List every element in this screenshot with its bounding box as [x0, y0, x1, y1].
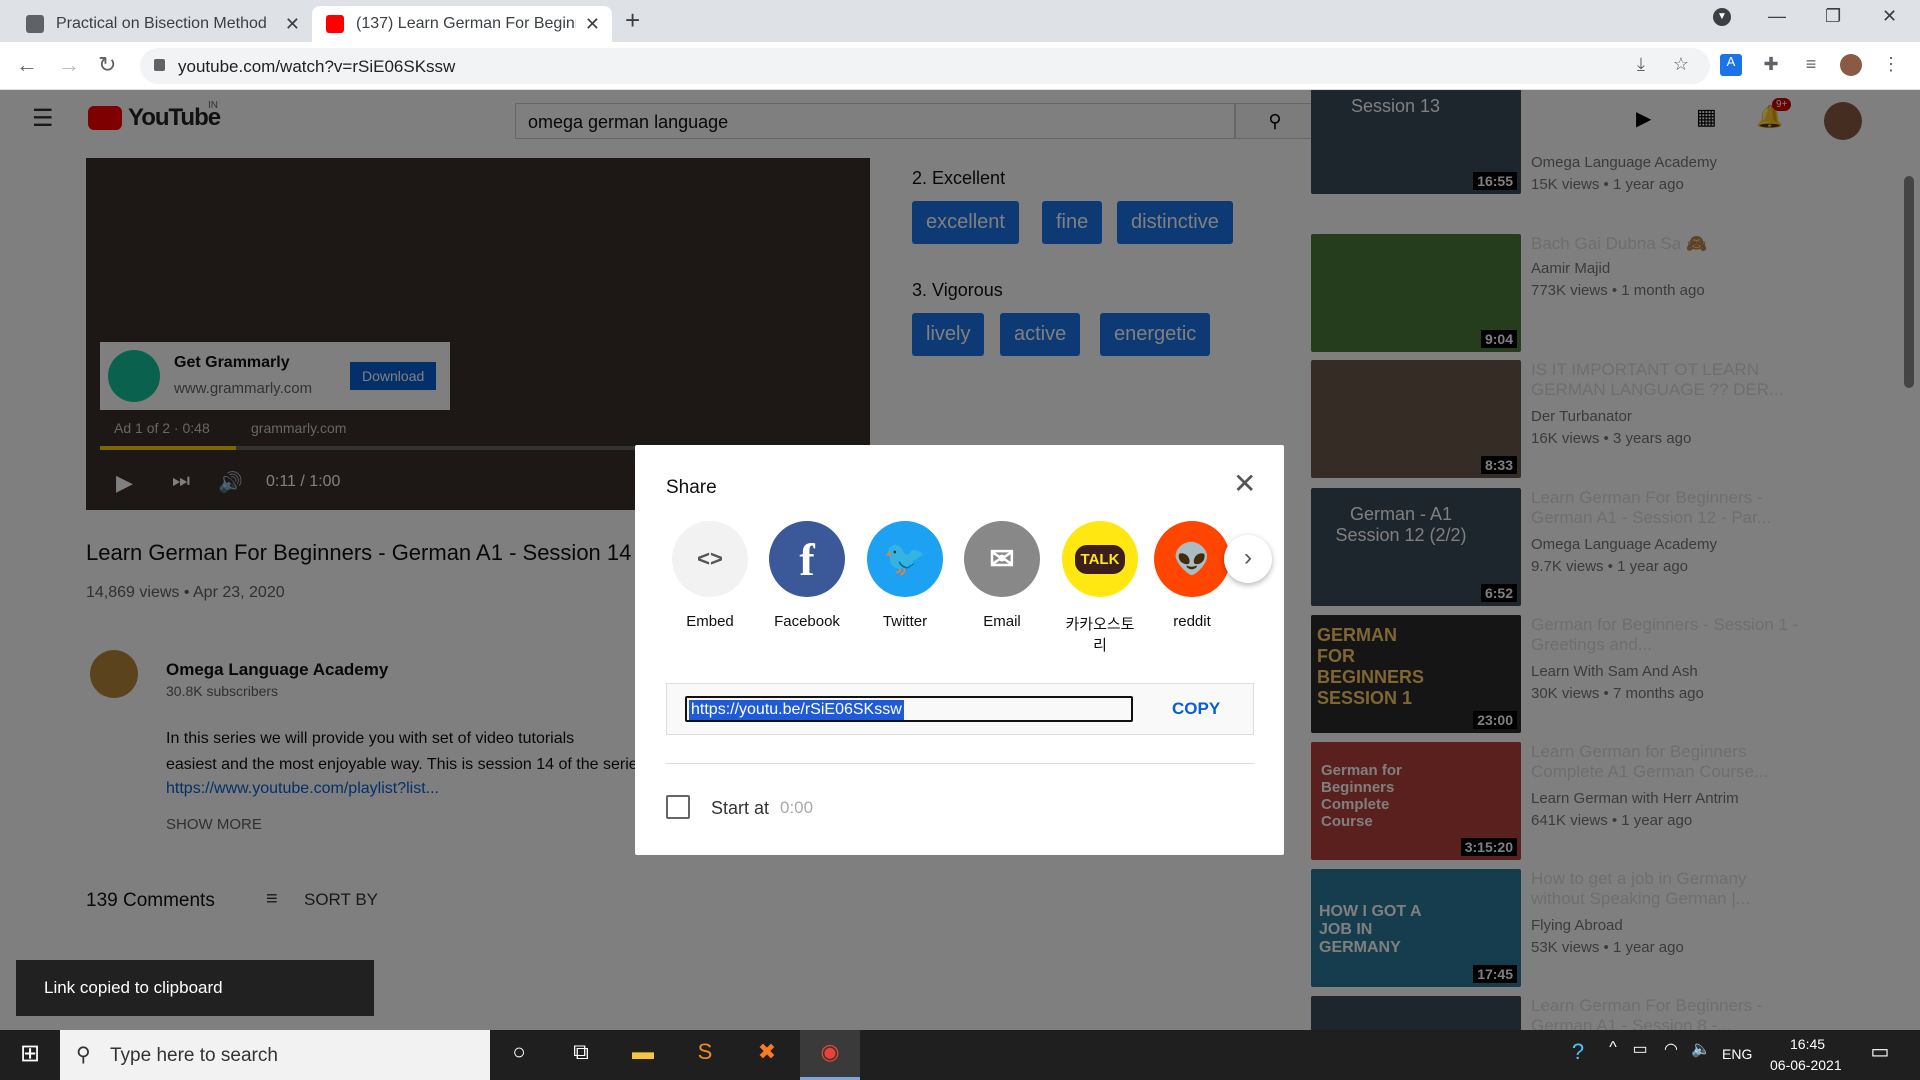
volume-icon[interactable]: 🔈 — [1685, 1039, 1717, 1071]
back-icon[interactable]: ← — [16, 52, 38, 78]
dialog-title: Share — [666, 477, 717, 498]
profile-avatar[interactable] — [1840, 54, 1862, 76]
windows-taskbar: ⊞ ⚲ Type here to search ○ ⧉ ▬ S ✖ ◉ ? ^ … — [0, 1030, 1920, 1080]
start-at-time: 0:00 — [780, 798, 814, 817]
bookmark-star-icon[interactable]: ☆ — [1670, 54, 1692, 76]
share-label: Embed — [686, 613, 734, 630]
youtube-page: ☰ YouTube IN omega german language ⚲ 🎙 ▶… — [0, 90, 1920, 1030]
share-kakaostory[interactable]: TALK 카카오스토리 — [1055, 521, 1145, 655]
facebook-icon: f — [769, 521, 845, 597]
forward-icon[interactable]: → — [58, 52, 80, 78]
new-tab-icon[interactable]: + — [625, 5, 640, 36]
extension-icon[interactable]: A — [1720, 54, 1742, 76]
windows-start-icon[interactable]: ⊞ — [14, 1039, 46, 1071]
toast-text: Link copied to clipboard — [44, 978, 223, 997]
reading-list-icon[interactable]: ≡ — [1800, 54, 1822, 76]
youtube-favicon-icon — [326, 15, 344, 33]
close-tab-icon[interactable]: ✕ — [585, 14, 600, 35]
chrome-taskbar-button[interactable]: ◉ — [800, 1030, 860, 1080]
lock-icon — [154, 59, 165, 71]
restore-icon[interactable]: ❐ — [1825, 6, 1841, 27]
address-bar[interactable]: youtube.com/watch?v=rSiE06SKssw — [140, 48, 1710, 84]
chevron-right-icon[interactable]: › — [1224, 535, 1272, 583]
kakaotalk-icon: TALK — [1062, 521, 1138, 597]
start-at-label: Start at — [711, 798, 770, 818]
share-embed[interactable]: <> Embed — [665, 521, 755, 630]
reload-icon[interactable]: ↻ — [98, 52, 116, 78]
tab-title: Practical on Bisection Method — [56, 15, 267, 32]
toast-notification: Link copied to clipboard — [16, 960, 374, 1016]
close-tab-icon[interactable]: ✕ — [285, 14, 300, 35]
kakao-logo-text: TALK — [1074, 544, 1126, 574]
browser-tab-active[interactable]: (137) Learn German For Beginners ✕ — [312, 6, 612, 42]
share-link-text: https://youtu.be/rSiE06SKssw — [689, 700, 904, 720]
file-explorer-icon[interactable]: ▬ — [627, 1039, 659, 1071]
close-icon[interactable]: ✕ — [1233, 467, 1256, 500]
start-at-checkbox[interactable] — [666, 795, 690, 819]
email-icon: ✉ — [964, 521, 1040, 597]
minimize-icon[interactable]: — — [1768, 6, 1786, 27]
help-icon[interactable]: ? — [1562, 1039, 1594, 1071]
task-view-icon[interactable]: ⧉ — [565, 1039, 597, 1071]
share-label: reddit — [1173, 613, 1211, 630]
clock-date[interactable]: 06-06-2021 — [1770, 1057, 1842, 1073]
divider — [666, 763, 1254, 764]
copy-button[interactable]: COPY — [1172, 699, 1220, 719]
share-email[interactable]: ✉ Email — [957, 521, 1047, 630]
share-label: Email — [983, 613, 1021, 630]
puzzle-icon[interactable]: ✚ — [1760, 54, 1782, 76]
share-link-field[interactable]: https://youtu.be/rSiE06SKssw — [685, 696, 1133, 722]
reddit-icon: 👽 — [1154, 521, 1230, 597]
clock-time[interactable]: 16:45 — [1790, 1036, 1825, 1052]
share-reddit[interactable]: 👽 reddit — [1152, 521, 1232, 630]
xampp-icon[interactable]: ✖ — [751, 1039, 783, 1071]
chrome-icon: ◉ — [820, 1039, 840, 1064]
taskbar-search[interactable]: ⚲ Type here to search — [60, 1030, 490, 1080]
share-dialog: Share ✕ <> Embed f Facebook 🐦 Twitter ✉ … — [635, 445, 1284, 855]
cortana-icon[interactable]: ○ — [503, 1039, 535, 1071]
browser-tab-strip: Practical on Bisection Method ✕ (137) Le… — [0, 0, 1920, 42]
document-icon — [26, 15, 44, 33]
menu-kebab-icon[interactable]: ⋮ — [1880, 54, 1902, 76]
window-close-icon[interactable]: ✕ — [1882, 6, 1897, 27]
browser-tab[interactable]: Practical on Bisection Method ✕ — [12, 6, 312, 42]
url-text: youtube.com/watch?v=rSiE06SKssw — [178, 57, 456, 76]
language-indicator[interactable]: ENG — [1722, 1046, 1752, 1062]
install-icon[interactable]: ⤓ — [1630, 54, 1652, 76]
share-link-box: https://youtu.be/rSiE06SKssw COPY — [666, 683, 1254, 735]
battery-icon[interactable]: ▭ — [1624, 1039, 1656, 1071]
search-icon: ⚲ — [76, 1044, 91, 1066]
tab-title: (137) Learn German For Beginners — [356, 15, 576, 32]
action-center-icon[interactable]: ▭ — [1864, 1039, 1896, 1071]
share-twitter[interactable]: 🐦 Twitter — [860, 521, 950, 630]
share-label: Twitter — [882, 613, 928, 630]
share-facebook[interactable]: f Facebook — [762, 521, 852, 630]
network-icon[interactable]: ◠ — [1655, 1039, 1687, 1071]
tab-search-icon[interactable]: ▼ — [1713, 8, 1731, 26]
embed-icon: <> — [672, 521, 748, 597]
share-label: 카카오스토리 — [1065, 616, 1135, 654]
twitter-icon: 🐦 — [867, 521, 943, 597]
share-label: Facebook — [774, 613, 840, 630]
browser-toolbar: ← → ↻ youtube.com/watch?v=rSiE06SKssw ⤓ … — [0, 42, 1920, 90]
taskbar-search-placeholder: Type here to search — [110, 1045, 278, 1066]
sublime-text-icon[interactable]: S — [689, 1039, 721, 1071]
